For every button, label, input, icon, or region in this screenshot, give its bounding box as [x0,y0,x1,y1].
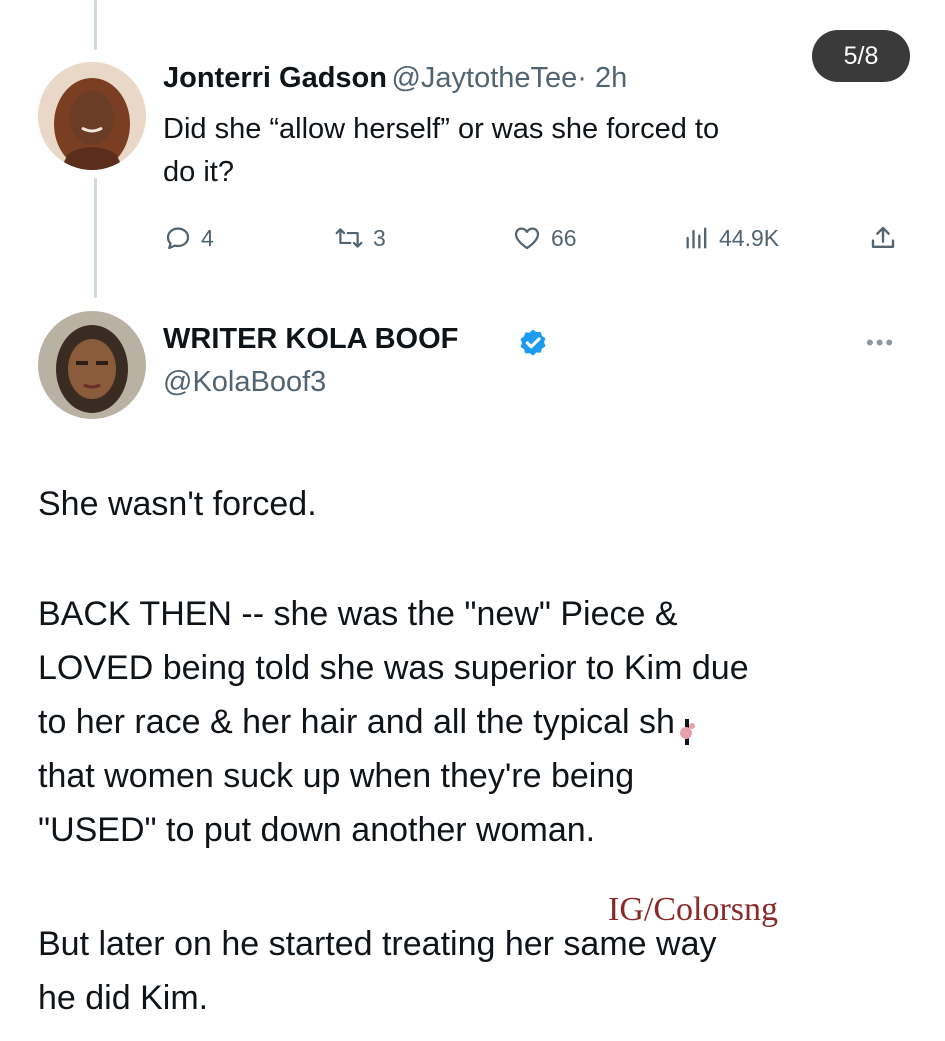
repost-count: 3 [373,224,386,251]
repost-button[interactable]: 3 [333,218,386,258]
repost-icon [333,223,365,253]
thread-line-connector [94,178,97,298]
reply-display-name[interactable]: Jonterri Gadson [163,62,387,94]
heart-icon [511,223,543,253]
reply-count: 4 [201,224,214,251]
author-handle[interactable]: @KolaBoof3 [163,366,326,399]
tweet-line: he did Kim. [38,979,209,1017]
views-count: 44.9K [719,224,780,251]
reply-button[interactable]: 4 [163,218,214,258]
tweet-line: that women suck up when they're being [38,757,635,795]
verified-badge-icon [516,327,550,366]
reply-action-bar: 4 3 66 44.9K [163,218,908,258]
author-avatar[interactable] [38,311,146,419]
reply-timestamp: · 2h [577,62,628,94]
more-options-icon[interactable]: ••• [866,330,895,356]
reply-text-line: do it? [163,156,234,188]
share-icon [868,223,898,253]
tweet-line: But later on he started treating her sam… [38,925,717,963]
share-button[interactable] [868,218,898,258]
censor-mark-icon [675,709,701,746]
like-button[interactable]: 66 [511,218,577,258]
page-counter-badge: 5/8 [812,30,910,82]
tweet-line: to her race & her hair and all the typic… [38,695,749,749]
tweet-line: BACK THEN -- she was the "new" Piece & [38,595,678,633]
tweet-line: LOVED being told she was superior to Kim… [38,649,749,687]
like-count: 66 [551,224,577,251]
thread-line-top [94,0,97,50]
tweet-paragraph: She wasn't forced. [38,485,317,523]
comment-icon [163,223,193,253]
author-display-name[interactable]: WRITER KOLA BOOF [163,323,458,355]
views-button[interactable]: 44.9K [683,218,779,258]
tweet-line: "USED" to put down another woman. [38,811,596,849]
analytics-icon [683,223,711,253]
reply-handle[interactable]: @JaytotheTee [391,62,577,94]
reply-text-line: Did she “allow herself” or was she force… [163,113,720,145]
tweet-line-text: to her race & her hair and all the typic… [38,703,675,741]
reply-avatar[interactable] [38,62,146,170]
